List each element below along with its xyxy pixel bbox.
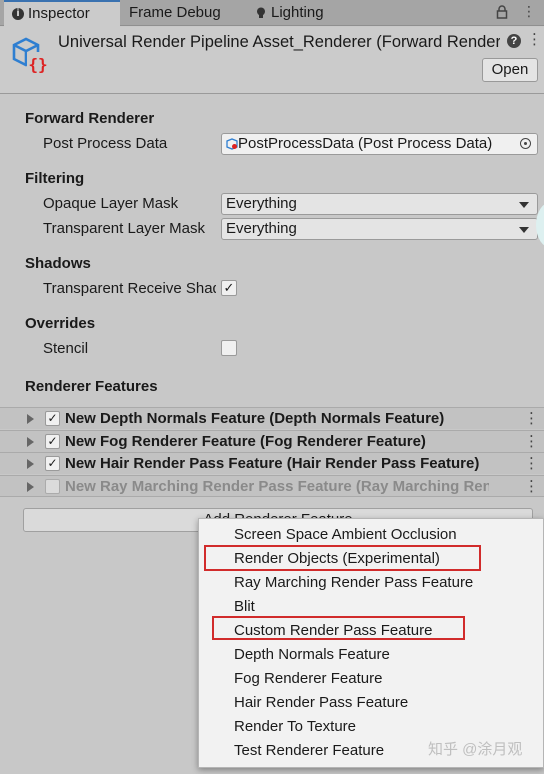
open-button[interactable]: Open [482, 58, 538, 82]
annotation-box-custom-render-pass [212, 616, 465, 640]
chevron-down-icon [519, 227, 529, 233]
chevron-down-icon [519, 202, 529, 208]
tab-menu-icon[interactable]: ⋮ [522, 3, 536, 19]
svg-text:{}: {} [28, 55, 47, 74]
tab-frame-debug-label: Frame Debug [129, 4, 221, 21]
tab-frame-debug[interactable]: Frame Debug [121, 0, 243, 26]
object-picker-icon[interactable] [520, 138, 531, 149]
header-menu-icon[interactable]: ⋮ [527, 30, 542, 50]
feature-name: New Ray Marching Render Pass Feature (Ra… [65, 478, 489, 495]
feature-enabled-checkbox[interactable]: ✓ [45, 411, 60, 426]
menu-item[interactable]: Depth Normals Feature [234, 644, 390, 666]
section-shadows: Shadows [25, 255, 91, 272]
foldout-arrow-icon[interactable] [27, 414, 34, 424]
lightbulb-icon [257, 7, 265, 19]
renderer-feature-row[interactable]: ✓ New Depth Normals Feature (Depth Norma… [0, 407, 544, 429]
transparent-layer-mask-value: Everything [226, 220, 297, 237]
feature-name: New Depth Normals Feature (Depth Normals… [65, 410, 445, 427]
annotation-box-render-objects [204, 545, 481, 571]
transparent-layer-mask-label: Transparent Layer Mask [43, 220, 206, 237]
foldout-arrow-icon[interactable] [27, 437, 34, 447]
menu-item[interactable]: Fog Renderer Feature [234, 668, 382, 690]
tab-lighting-label: Lighting [271, 4, 324, 21]
feature-menu-icon[interactable]: ⋮ [524, 432, 539, 452]
menu-item[interactable]: Ray Marching Render Pass Feature [234, 572, 473, 594]
section-forward-renderer: Forward Renderer [25, 110, 155, 127]
menu-item[interactable]: Blit [234, 596, 255, 618]
tab-inspector-label: Inspector [28, 5, 90, 22]
info-icon: i [12, 8, 24, 21]
renderer-feature-row[interactable]: New Ray Marching Render Pass Feature (Ra… [0, 475, 544, 497]
help-icon[interactable]: ? [507, 34, 521, 48]
feature-enabled-checkbox[interactable]: ✓ [45, 456, 60, 471]
lock-icon[interactable] [496, 5, 508, 20]
transparent-receive-shadows-label: Transparent Receive Shadows [43, 280, 216, 297]
post-process-label: Post Process Data [43, 135, 168, 152]
post-process-field[interactable]: PostProcessData (Post Process Data) [221, 133, 538, 155]
menu-item[interactable]: Test Renderer Feature [234, 740, 384, 762]
foldout-arrow-icon[interactable] [27, 459, 34, 469]
stencil-checkbox[interactable] [221, 340, 237, 356]
feature-menu-icon[interactable]: ⋮ [524, 454, 539, 474]
tab-inspector[interactable]: i Inspector [4, 0, 120, 27]
renderer-feature-row[interactable]: ✓ New Hair Render Pass Feature (Hair Ren… [0, 452, 544, 474]
opaque-layer-mask-dropdown[interactable]: Everything [221, 193, 538, 215]
menu-item[interactable]: Render To Texture [234, 716, 356, 738]
opaque-layer-mask-label: Opaque Layer Mask [43, 195, 179, 212]
feature-name: New Hair Render Pass Feature (Hair Rende… [65, 455, 480, 472]
asset-title: Universal Render Pipeline Asset_Renderer… [58, 33, 500, 51]
watermark: 知乎 @涂月观 [428, 741, 523, 758]
feature-name: New Fog Renderer Feature (Fog Renderer F… [65, 433, 426, 450]
renderer-asset-icon: {} [12, 37, 49, 74]
menu-item[interactable]: Screen Space Ambient Occlusion [234, 524, 457, 546]
section-overrides: Overrides [25, 315, 96, 332]
section-renderer-features: Renderer Features [25, 378, 158, 395]
opaque-layer-mask-value: Everything [226, 195, 297, 212]
renderer-feature-row[interactable]: ✓ New Fog Renderer Feature (Fog Renderer… [0, 430, 544, 452]
tab-bar: i Inspector Frame Debug Lighting ⋮ [0, 0, 544, 27]
stencil-label: Stencil [43, 340, 89, 357]
transparent-layer-mask-dropdown[interactable]: Everything [221, 218, 538, 240]
foldout-arrow-icon[interactable] [27, 482, 34, 492]
feature-menu-icon[interactable]: ⋮ [524, 477, 539, 497]
asset-small-icon [226, 138, 238, 150]
menu-item[interactable]: Hair Render Pass Feature [234, 692, 408, 714]
transparent-receive-shadows-checkbox[interactable]: ✓ [221, 280, 237, 296]
tabbar-controls: ⋮ [496, 3, 536, 20]
feature-menu-icon[interactable]: ⋮ [524, 409, 539, 429]
inspector-header: {} Universal Render Pipeline Asset_Rende… [0, 27, 544, 94]
feature-enabled-checkbox[interactable]: ✓ [45, 434, 60, 449]
section-filtering: Filtering [25, 170, 85, 187]
post-process-value: PostProcessData (Post Process Data) [238, 135, 493, 152]
feature-enabled-checkbox[interactable] [45, 479, 60, 494]
tab-lighting[interactable]: Lighting [248, 0, 348, 26]
